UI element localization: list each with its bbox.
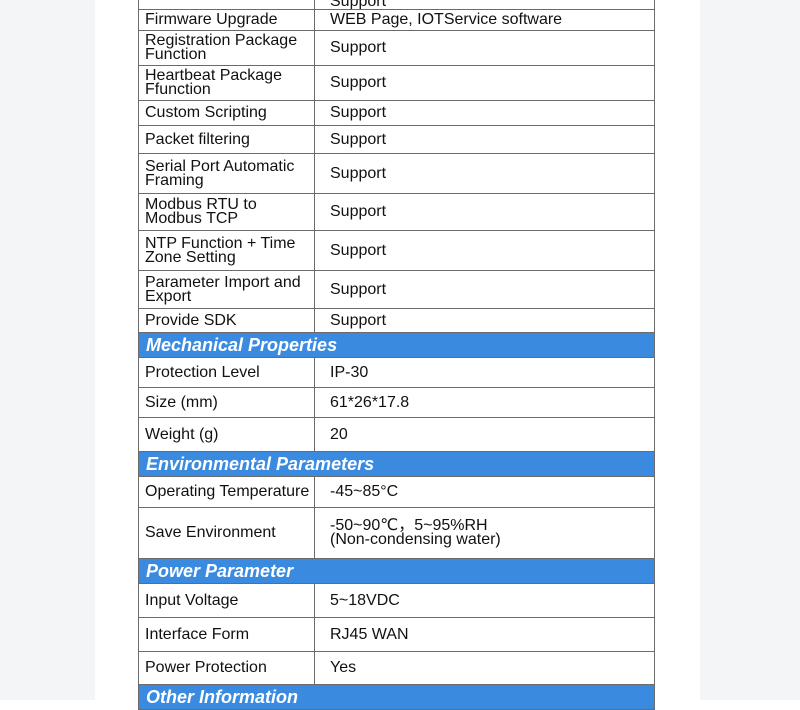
table-row: Input Voltage 5~18VDC (138, 584, 655, 618)
section-header-mechanical-properties: Mechanical Properties (138, 333, 655, 358)
row-label: Serial Port Automatic Framing (139, 154, 315, 193)
row-value: Yes (330, 659, 357, 676)
row-label: Modbus RTU to Modbus TCP (139, 194, 315, 230)
row-label: Power Protection (139, 652, 315, 684)
row-value: Support (330, 0, 387, 9)
row-label: Input Voltage (139, 584, 315, 617)
row-value: -45~85°C (330, 483, 399, 500)
section-header-power-parameter: Power Parameter (138, 559, 655, 584)
row-value: Support (330, 241, 387, 259)
table-row: Operating Temperature -45~85°C (138, 477, 655, 508)
row-value: 20 (330, 425, 348, 443)
row-value: Support (330, 164, 387, 182)
row-value: Support (330, 39, 387, 56)
row-label (139, 0, 315, 9)
row-label: Operating Temperature (139, 477, 315, 507)
table-row: Heartbeat Package Ffunction Support (138, 66, 655, 101)
row-value: 61*26*17.8 (330, 393, 410, 411)
table-row: Custom Scripting Support (138, 101, 655, 126)
table-row: Parameter Import and Export Support (138, 271, 655, 309)
right-page-margin (700, 0, 800, 700)
section-header-environmental-parameters: Environmental Parameters (138, 452, 655, 477)
table-row: Registration Package Function Support (138, 31, 655, 66)
table-row: NTP Function + Time Zone Setting Support (138, 231, 655, 271)
table-row: Firmware Upgrade WEB Page, IOTService so… (138, 10, 655, 31)
table-row: Interface Form RJ45 WAN (138, 618, 655, 652)
table-row: Modbus RTU to Modbus TCP Support (138, 194, 655, 231)
row-label: Packet filtering (139, 126, 315, 153)
row-label: Size (mm) (139, 388, 315, 417)
table-row: Save Environment -50~90℃，5~95%RH (Non-co… (138, 508, 655, 559)
table-row: Packet filtering Support (138, 126, 655, 154)
table-row: Support (138, 0, 655, 10)
row-label: NTP Function + Time Zone Setting (139, 231, 315, 270)
row-label: Firmware Upgrade (139, 10, 315, 30)
row-value: WEB Page, IOTService software (330, 11, 563, 28)
row-value: Support (330, 130, 387, 148)
row-value: Support (330, 74, 387, 91)
table-row: Provide SDK Support (138, 309, 655, 333)
row-label: Custom Scripting (139, 101, 315, 125)
row-value: 5~18VDC (330, 591, 400, 609)
row-label: Protection Level (139, 358, 315, 387)
row-label: Provide SDK (139, 309, 315, 332)
row-value: Support (330, 280, 387, 298)
table-row: Serial Port Automatic Framing Support (138, 154, 655, 194)
spec-table: Support Firmware Upgrade WEB Page, IOTSe… (138, 0, 655, 710)
row-value: IP-30 (330, 363, 369, 381)
row-label: Registration Package Function (139, 31, 315, 65)
row-label: Save Environment (139, 508, 315, 558)
row-label: Parameter Import and Export (139, 271, 315, 308)
row-value: Support (330, 104, 387, 121)
row-label: Heartbeat Package Ffunction (139, 66, 315, 100)
table-row: Size (mm) 61*26*17.8 (138, 388, 655, 418)
table-row: Weight (g) 20 (138, 418, 655, 452)
left-page-margin (0, 0, 95, 700)
row-value: -50~90℃，5~95%RH (Non-condensing water) (330, 517, 501, 548)
table-row: Protection Level IP-30 (138, 358, 655, 388)
section-header-other-information: Other Information (138, 685, 655, 710)
row-label: Interface Form (139, 618, 315, 651)
row-value: Support (330, 203, 387, 220)
row-value: RJ45 WAN (330, 625, 409, 643)
table-row: Power Protection Yes (138, 652, 655, 685)
row-value: Support (330, 311, 387, 329)
row-label: Weight (g) (139, 418, 315, 451)
